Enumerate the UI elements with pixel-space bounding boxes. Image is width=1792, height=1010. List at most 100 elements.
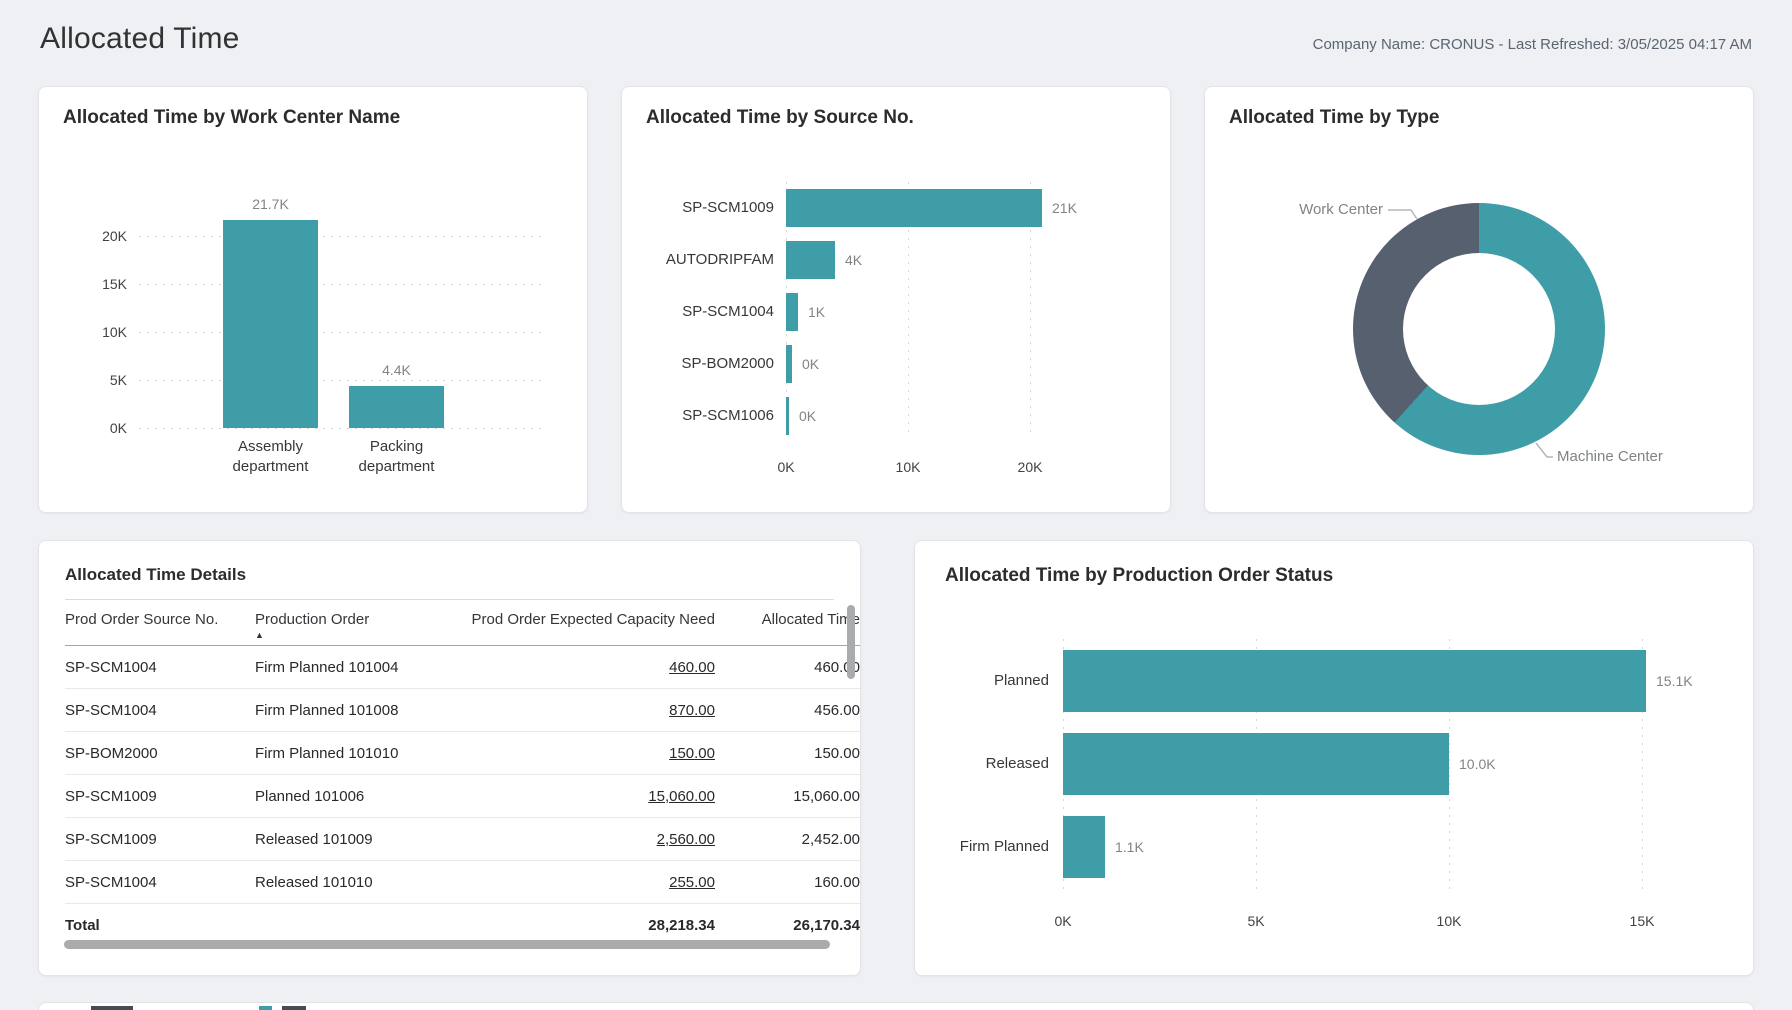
y-axis-category: Firm Planned bbox=[914, 837, 1049, 857]
chart-title: Allocated Time by Production Order Statu… bbox=[945, 565, 1333, 587]
column-bar[interactable] bbox=[349, 386, 444, 428]
cell-allocated-time: 160.00 bbox=[715, 861, 860, 904]
table-row: SP-SCM1009Released 1010092,560.002,452.0… bbox=[65, 818, 860, 861]
bar-value-label: 15.1K bbox=[1656, 673, 1693, 689]
column-bar[interactable] bbox=[223, 220, 318, 428]
chart-title: Allocated Time by Source No. bbox=[646, 107, 914, 129]
cell-expected-capacity-need: 460.00 bbox=[445, 646, 715, 689]
hbar-bar[interactable] bbox=[786, 345, 792, 383]
chart-title: Allocated Time by Type bbox=[1229, 107, 1439, 129]
table-row: SP-BOM2000Firm Planned 101010150.00150.0… bbox=[65, 732, 860, 775]
y-axis-category: Released bbox=[914, 754, 1049, 774]
cell-production-order: Firm Planned 101010 bbox=[255, 732, 445, 775]
bar-value-label: 0K bbox=[802, 356, 819, 372]
hbar-bar[interactable] bbox=[786, 189, 1042, 227]
bar-value-label: 1.1K bbox=[1115, 839, 1144, 855]
cell-production-order: Released 101009 bbox=[255, 818, 445, 861]
table-row: SP-SCM1004Released 101010255.00160.00 bbox=[65, 861, 860, 904]
hbar-bar[interactable] bbox=[1063, 816, 1105, 878]
expected-capacity-need-link[interactable]: 255.00 bbox=[669, 874, 715, 891]
cell-source-no: SP-SCM1004 bbox=[65, 646, 255, 689]
cell-expected-capacity-need: 255.00 bbox=[445, 861, 715, 904]
sort-ascending-icon: ▲ bbox=[255, 631, 445, 639]
x-axis-tick: 0K bbox=[756, 459, 816, 475]
horizontal-scrollbar[interactable] bbox=[64, 940, 830, 949]
cutoff-glyph bbox=[259, 1006, 272, 1010]
table-row: SP-SCM1009Planned 10100615,060.0015,060.… bbox=[65, 775, 860, 818]
column-header[interactable]: Allocated Time bbox=[715, 599, 860, 646]
bar-value-label: 21K bbox=[1052, 200, 1077, 216]
cell-allocated-time: 460.00 bbox=[715, 646, 860, 689]
x-axis-tick: 10K bbox=[878, 459, 938, 475]
expected-capacity-need-link[interactable]: 150.00 bbox=[669, 745, 715, 762]
card-allocated-time-by-status: Allocated Time by Production Order Statu… bbox=[914, 540, 1754, 976]
gridline bbox=[139, 332, 545, 333]
bar-value-label: 1K bbox=[808, 304, 825, 320]
details-table: Prod Order Source No.Production Order▲Pr… bbox=[65, 599, 861, 946]
donut-hole bbox=[1403, 253, 1555, 405]
cell-production-order: Planned 101006 bbox=[255, 775, 445, 818]
refresh-status-text: Company Name: CRONUS - Last Refreshed: 3… bbox=[1313, 36, 1752, 53]
cell-source-no: SP-SCM1004 bbox=[65, 689, 255, 732]
table-title: Allocated Time Details bbox=[65, 565, 246, 585]
cell-source-no: SP-BOM2000 bbox=[65, 732, 255, 775]
cell-allocated-time: 2,452.00 bbox=[715, 818, 860, 861]
column-header[interactable]: Production Order▲ bbox=[255, 599, 445, 646]
gridline bbox=[139, 428, 545, 429]
card-allocated-time-details: Allocated Time Details Prod Order Source… bbox=[38, 540, 861, 976]
gridline bbox=[139, 284, 545, 285]
x-axis-tick: 5K bbox=[1226, 913, 1286, 929]
bar-value-label: 4K bbox=[845, 252, 862, 268]
cutoff-glyph bbox=[91, 1006, 133, 1010]
x-axis-tick: 0K bbox=[1033, 913, 1093, 929]
cutoff-next-card bbox=[38, 1002, 1754, 1010]
donut-label-work-center: Work Center bbox=[1233, 201, 1383, 218]
cell-expected-capacity-need: 870.00 bbox=[445, 689, 715, 732]
expected-capacity-need-link[interactable]: 15,060.00 bbox=[648, 788, 715, 805]
x-axis-category: Packing department bbox=[335, 437, 458, 477]
column-header[interactable]: Prod Order Source No. bbox=[65, 599, 255, 646]
gridline bbox=[139, 380, 545, 381]
y-axis-category: AUTODRIPFAM bbox=[621, 250, 774, 270]
bar-value-label: 4.4K bbox=[349, 362, 444, 378]
hbar-bar[interactable] bbox=[786, 293, 798, 331]
card-allocated-time-by-work-center: Allocated Time by Work Center Name 0K5K1… bbox=[38, 86, 588, 513]
hbar-bar[interactable] bbox=[786, 241, 835, 279]
expected-capacity-need-link[interactable]: 460.00 bbox=[669, 659, 715, 676]
table-row: SP-SCM1004Firm Planned 101004 460.00460.0… bbox=[65, 646, 860, 689]
hbar-bar[interactable] bbox=[1063, 650, 1646, 712]
bar-value-label: 0K bbox=[799, 408, 816, 424]
y-axis-category: SP-SCM1009 bbox=[621, 198, 774, 218]
y-axis-category: SP-BOM2000 bbox=[621, 354, 774, 374]
bar-value-label: 10.0K bbox=[1459, 756, 1496, 772]
vertical-scrollbar[interactable] bbox=[847, 605, 855, 679]
cutoff-glyph bbox=[282, 1006, 306, 1010]
y-axis-category: SP-SCM1004 bbox=[621, 302, 774, 322]
y-axis-category: SP-SCM1006 bbox=[621, 406, 774, 426]
cell-production-order: Firm Planned 101004 bbox=[255, 646, 445, 689]
details-table-grid: Prod Order Source No.Production Order▲Pr… bbox=[65, 599, 860, 946]
column-header[interactable]: Prod Order Expected Capacity Need bbox=[445, 599, 715, 646]
hbar-bar[interactable] bbox=[786, 397, 789, 435]
dashboard-page: Allocated Time Company Name: CRONUS - La… bbox=[0, 0, 1792, 1010]
cell-expected-capacity-need: 2,560.00 bbox=[445, 818, 715, 861]
gridline bbox=[139, 236, 545, 237]
expected-capacity-need-link[interactable]: 870.00 bbox=[669, 702, 715, 719]
y-axis-tick: 10K bbox=[75, 324, 127, 340]
card-allocated-time-by-source-no: Allocated Time by Source No. 0K 10K 20K SP-… bbox=[621, 86, 1171, 513]
table-row: SP-SCM1004Firm Planned 101008870.00456.0… bbox=[65, 689, 860, 732]
y-axis-tick: 20K bbox=[75, 228, 127, 244]
hbar-bar[interactable] bbox=[1063, 733, 1449, 795]
cell-allocated-time: 15,060.00 bbox=[715, 775, 860, 818]
x-axis-category: Assembly department bbox=[209, 437, 332, 477]
expected-capacity-need-link[interactable]: 2,560.00 bbox=[657, 831, 715, 848]
donut-label-machine-center: Machine Center bbox=[1557, 448, 1663, 465]
x-axis-tick: 15K bbox=[1612, 913, 1672, 929]
card-allocated-time-by-type: Allocated Time by Type Work Center Machi… bbox=[1204, 86, 1754, 513]
bar-value-label: 21.7K bbox=[223, 196, 318, 212]
cell-allocated-time: 456.00 bbox=[715, 689, 860, 732]
y-axis-tick: 5K bbox=[75, 372, 127, 388]
cell-production-order: Released 101010 bbox=[255, 861, 445, 904]
cell-expected-capacity-need: 150.00 bbox=[445, 732, 715, 775]
x-axis-tick: 20K bbox=[1000, 459, 1060, 475]
